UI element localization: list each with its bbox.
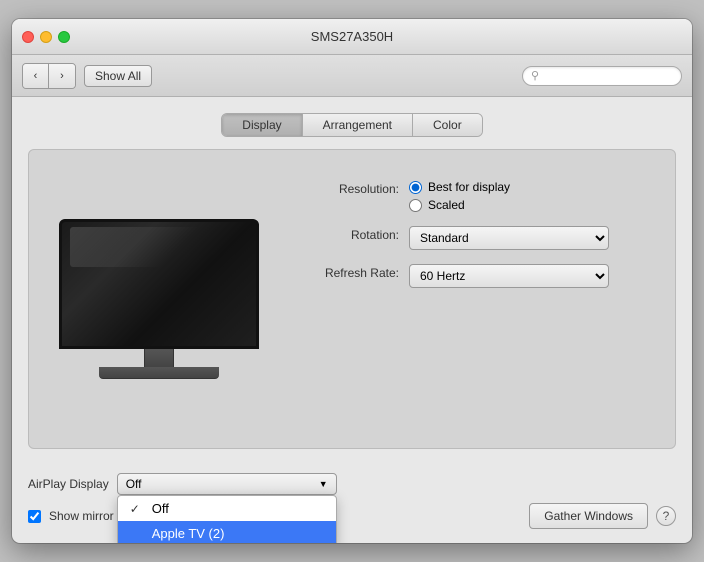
window-title: SMS27A350H	[311, 29, 393, 44]
monitor-stand-neck	[144, 349, 174, 367]
tab-group: Display Arrangement Color	[221, 113, 482, 137]
monitor-graphic	[59, 219, 259, 379]
rotation-select[interactable]: Standard 90° 180° 270°	[409, 226, 609, 250]
title-bar: SMS27A350H	[12, 19, 692, 55]
right-controls: Gather Windows ?	[529, 503, 676, 529]
toolbar: ‹ › Show All ⚲	[12, 55, 692, 97]
rotation-row: Rotation: Standard 90° 180° 270°	[299, 226, 655, 250]
airplay-option-off[interactable]: Off	[118, 496, 336, 521]
refresh-rate-label: Refresh Rate:	[299, 264, 409, 280]
monitor-stand-base	[99, 367, 219, 379]
help-button[interactable]: ?	[656, 506, 676, 526]
airplay-dropdown-trigger[interactable]: Off ▼	[117, 473, 337, 495]
content-area: Display Arrangement Color Resolution:	[12, 97, 692, 465]
airplay-section: AirPlay Display Off ▼ Off Apple TV (2)	[28, 473, 676, 495]
forward-button[interactable]: ›	[49, 64, 75, 88]
tabs-row: Display Arrangement Color	[28, 113, 676, 137]
resolution-row: Resolution: Best for display Scaled	[299, 180, 655, 212]
airplay-off-label: Off	[152, 501, 169, 516]
resolution-scaled-radio[interactable]	[409, 199, 422, 212]
airplay-current-value: Off	[126, 477, 142, 491]
main-panel: Resolution: Best for display Scaled	[28, 149, 676, 449]
nav-buttons: ‹ ›	[22, 63, 76, 89]
monitor-area	[49, 170, 269, 428]
tab-display[interactable]: Display	[222, 114, 302, 136]
resolution-best-row: Best for display	[409, 180, 510, 194]
airplay-appletv2-label: Apple TV (2)	[152, 526, 225, 541]
mirror-checkbox[interactable]	[28, 510, 41, 523]
resolution-scaled-row: Scaled	[409, 198, 510, 212]
airplay-dropdown-arrow: ▼	[319, 479, 328, 489]
monitor-screen	[59, 219, 259, 349]
resolution-best-label: Best for display	[428, 180, 510, 194]
close-button[interactable]	[22, 31, 34, 43]
show-all-button[interactable]: Show All	[84, 65, 152, 87]
airplay-dropdown-container: Off ▼ Off Apple TV (2)	[117, 473, 337, 495]
main-window: SMS27A350H ‹ › Show All ⚲ Display Arrang…	[12, 19, 692, 543]
airplay-label: AirPlay Display	[28, 477, 109, 491]
airplay-option-appletv2[interactable]: Apple TV (2)	[118, 521, 336, 543]
settings-area: Resolution: Best for display Scaled	[299, 170, 655, 428]
traffic-lights	[22, 31, 70, 43]
refresh-rate-select[interactable]: 60 Hertz 30 Hertz	[409, 264, 609, 288]
mirror-label: Show mirror	[49, 509, 114, 523]
maximize-button[interactable]	[58, 31, 70, 43]
back-button[interactable]: ‹	[23, 64, 49, 88]
resolution-label: Resolution:	[299, 180, 409, 196]
resolution-options: Best for display Scaled	[409, 180, 510, 212]
airplay-dropdown-popup: Off Apple TV (2)	[117, 495, 337, 543]
search-icon: ⚲	[531, 69, 539, 82]
resolution-best-radio[interactable]	[409, 181, 422, 194]
resolution-scaled-label: Scaled	[428, 198, 465, 212]
search-box: ⚲	[522, 66, 682, 86]
rotation-label: Rotation:	[299, 226, 409, 242]
gather-windows-button[interactable]: Gather Windows	[529, 503, 648, 529]
minimize-button[interactable]	[40, 31, 52, 43]
search-input[interactable]	[543, 69, 673, 83]
bottom-section: AirPlay Display Off ▼ Off Apple TV (2)	[12, 465, 692, 543]
tab-arrangement[interactable]: Arrangement	[303, 114, 413, 136]
tab-color[interactable]: Color	[413, 114, 482, 136]
refresh-rate-row: Refresh Rate: 60 Hertz 30 Hertz	[299, 264, 655, 288]
